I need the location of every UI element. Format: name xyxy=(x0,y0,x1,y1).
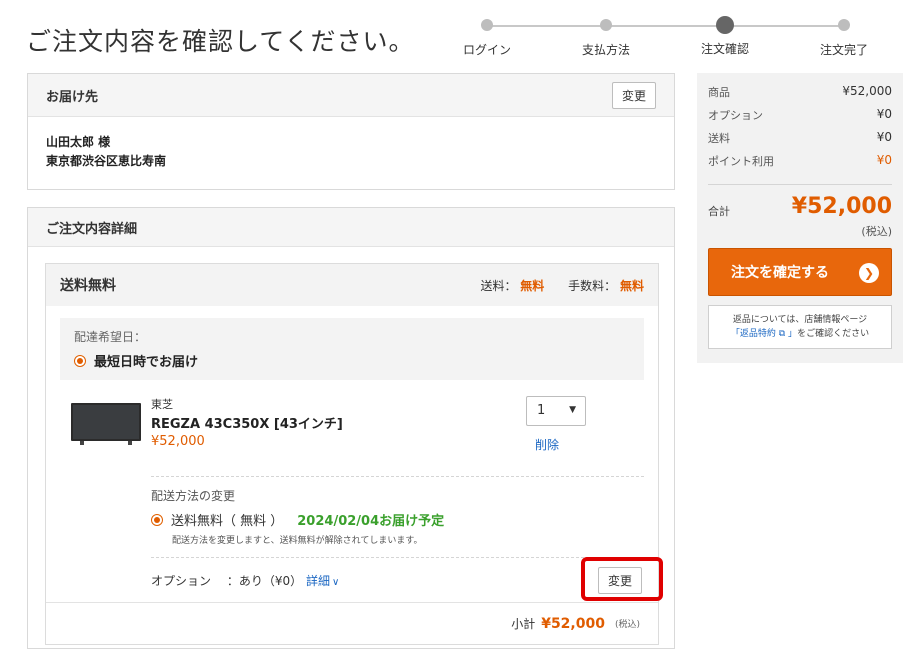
returns-policy-link[interactable]: 「返品特約 ⧉ 」 xyxy=(731,329,797,339)
step-dot xyxy=(838,19,850,31)
returns-notice: 返品については、店舗情報ページ 「返品特約 ⧉ 」をご確認ください xyxy=(708,305,892,349)
delete-link[interactable]: 削除 xyxy=(535,436,559,453)
step-label: 注文確認 xyxy=(700,42,749,56)
summary-row-shipping: 送料 ¥0 xyxy=(708,130,892,146)
page-title: ご注文内容を確認してください。 xyxy=(26,27,415,56)
shipping-fee-value: 無料 xyxy=(520,278,545,293)
summary-value: ¥0 xyxy=(876,130,892,144)
step-dot xyxy=(481,19,493,31)
shipment-header: 送料無料 送料： 無料 手数料： 無料 xyxy=(46,264,658,306)
stepper-line xyxy=(488,25,844,27)
summary-label: オプション xyxy=(708,109,763,122)
shipment-card: 送料無料 送料： 無料 手数料： 無料 配達希望日： 最短日時でお届け 東芝 R… xyxy=(45,263,663,645)
step-payment: 支払方法 xyxy=(561,14,651,58)
options-row: オプション ：あり（¥0） 詳細 ∨ 変更 xyxy=(151,557,663,602)
chevron-down-icon: ∨ xyxy=(331,577,340,588)
subtotal-tax-note: (税込) xyxy=(614,620,640,630)
checkout-stepper: ログイン 支払方法 注文確認 注文完了 xyxy=(454,14,894,64)
chevron-right-icon: ❯ xyxy=(859,263,879,283)
step-complete: 注文完了 xyxy=(799,14,889,58)
summary-row-options: オプション ¥0 xyxy=(708,107,892,123)
order-details-title: ご注文内容詳細 xyxy=(46,221,138,237)
product-name[interactable]: REGZA 43C350X [43インチ] xyxy=(151,413,343,432)
options-label: オプション xyxy=(151,574,212,588)
shipment-fees: 送料： 無料 手数料： 無料 xyxy=(480,277,644,294)
change-options-button[interactable]: 変更 xyxy=(598,567,643,594)
radio-selected-icon[interactable] xyxy=(74,355,86,367)
delivery-date-option[interactable]: 最短日時でお届け xyxy=(74,351,630,370)
detail-label: 詳細 xyxy=(305,574,330,588)
step-confirm: 注文確認 xyxy=(680,14,770,57)
subtotal-row: 小計 ¥52,000 (税込) xyxy=(46,602,658,644)
radio-selected-icon[interactable] xyxy=(151,514,163,526)
options-text: オプション ：あり（¥0） 詳細 ∨ xyxy=(151,572,339,589)
subtotal-label: 小計 xyxy=(511,617,536,631)
shipping-address-header: お届け先 変更 xyxy=(28,74,674,117)
step-label: 支払方法 xyxy=(581,43,630,57)
recipient-name: 山田太郎 様 xyxy=(46,135,111,149)
shipment-title: 送料無料 xyxy=(60,278,116,294)
product-price: ¥52,000 xyxy=(151,434,205,449)
summary-value: ¥0 xyxy=(876,107,892,121)
step-dot-active xyxy=(716,16,734,34)
delivery-estimate: 2024/02/04お届け予定 xyxy=(297,514,445,529)
summary-row-points: ポイント利用 ¥0 xyxy=(708,153,892,169)
caret-down-icon: ▼ xyxy=(569,405,576,415)
summary-value: ¥0 xyxy=(876,153,892,167)
tv-product-image xyxy=(71,403,141,445)
step-login: ログイン xyxy=(442,14,532,58)
shipping-method-option[interactable]: 送料無料（ 無料 ） 2024/02/04お届け予定 xyxy=(151,510,658,529)
total-label: 合計 xyxy=(708,205,730,218)
shipping-method-section: 配送方法の変更 送料無料（ 無料 ） 2024/02/04お届け予定 配送方法を変… xyxy=(46,477,658,557)
shipping-method-label: 送料無料（ 無料 ） xyxy=(171,514,284,529)
quantity-select[interactable]: 1 ▼ xyxy=(526,396,586,426)
shipping-method-note: 配送方法を変更しますと、送料無料が解除されてしまいます。 xyxy=(172,536,423,546)
handling-fee-value: 無料 xyxy=(619,278,644,293)
shipping-fee-label: 送料： xyxy=(480,278,517,293)
order-details-panel: ご注文内容詳細 送料無料 送料： 無料 手数料： 無料 配達希望日： 最短日時で… xyxy=(27,207,675,649)
change-address-button[interactable]: 変更 xyxy=(611,81,656,109)
summary-label: 送料 xyxy=(708,132,730,145)
returns-text: をご確認ください xyxy=(797,329,870,339)
summary-row-items: 商品 ¥52,000 xyxy=(708,84,892,100)
summary-label: 商品 xyxy=(708,86,730,99)
product-brand: 東芝 xyxy=(151,398,173,411)
shipping-address-title: お届け先 xyxy=(46,89,99,105)
options-value: ：あり（¥0） xyxy=(226,574,303,588)
delivery-date-box: 配達希望日： 最短日時でお届け xyxy=(60,318,644,380)
step-label: ログイン xyxy=(462,43,511,57)
confirm-order-button[interactable]: 注文を確定する ❯ xyxy=(708,248,892,296)
delivery-date-value: 最短日時でお届け xyxy=(94,355,199,370)
returns-text: 返品については、店舗情報ページ xyxy=(732,315,868,325)
delivery-date-label: 配達希望日： xyxy=(74,330,147,344)
summary-divider xyxy=(708,184,892,185)
subtotal-amount: ¥52,000 xyxy=(541,615,605,632)
address-block: 山田太郎 様 東京都渋谷区恵比寿南 xyxy=(28,117,674,187)
total-tax-note: (税込) xyxy=(861,225,892,238)
product-row: 東芝 REGZA 43C350X [43インチ] ¥52,000 1 ▼ 削除 xyxy=(46,380,658,476)
summary-label: ポイント利用 xyxy=(708,155,774,168)
step-label: 注文完了 xyxy=(819,43,868,57)
step-dot xyxy=(600,19,612,31)
shipping-address-panel: お届け先 変更 山田太郎 様 東京都渋谷区恵比寿南 xyxy=(27,73,675,190)
order-details-header: ご注文内容詳細 xyxy=(28,208,674,247)
handling-fee-label: 手数料： xyxy=(568,278,617,293)
total-value: ¥52,000 xyxy=(791,194,892,219)
recipient-address: 東京都渋谷区恵比寿南 xyxy=(46,154,167,168)
order-summary: 商品 ¥52,000 オプション ¥0 送料 ¥0 ポイント利用 ¥0 合計 ¥… xyxy=(697,73,903,363)
summary-value: ¥52,000 xyxy=(842,84,892,98)
shipping-method-title: 配送方法の変更 xyxy=(151,489,236,503)
confirm-order-label: 注文を確定する xyxy=(731,265,829,281)
options-detail-link[interactable]: 詳細 ∨ xyxy=(306,574,339,588)
returns-line-2: 「返品特約 ⧉ 」をご確認ください xyxy=(709,327,891,341)
quantity-value: 1 xyxy=(537,403,546,418)
